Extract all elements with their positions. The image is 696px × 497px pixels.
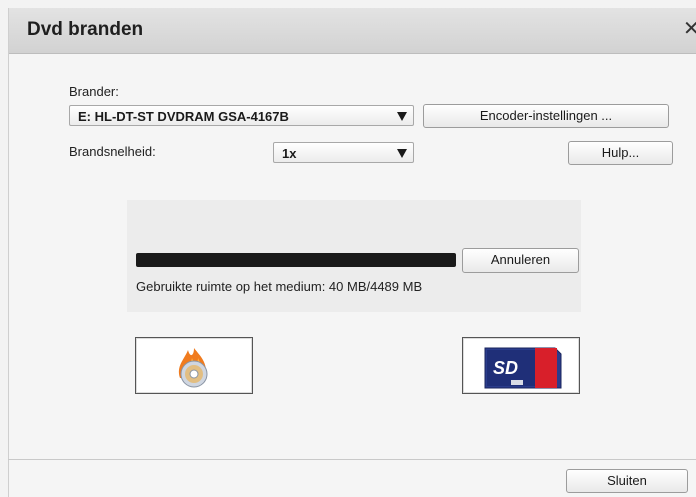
sd-card-button[interactable]: SD — [462, 337, 580, 394]
burn-speed-value: 1x — [282, 146, 297, 161]
window-title: Dvd branden — [27, 19, 144, 40]
help-button[interactable]: Hulp... — [568, 141, 673, 165]
burner-label: Brander: — [69, 84, 119, 99]
cancel-button[interactable]: Annuleren — [462, 248, 579, 273]
burn-speed-select[interactable]: 1x — [273, 142, 414, 163]
burn-progress-bar — [136, 253, 456, 267]
footer-separator — [8, 459, 696, 460]
close-icon[interactable]: ✕ — [683, 17, 696, 39]
chevron-down-icon — [397, 149, 407, 158]
burner-select[interactable]: E: HL-DT-ST DVDRAM GSA-4167B — [69, 105, 414, 126]
chevron-down-icon — [397, 112, 407, 121]
burn-speed-label: Brandsnelheid: — [69, 144, 156, 159]
burn-button[interactable] — [135, 337, 253, 394]
progress-fill — [136, 253, 456, 267]
close-button[interactable]: Sluiten — [566, 469, 688, 493]
sd-card-icon: SD — [484, 347, 562, 389]
encoder-settings-button[interactable]: Encoder-instellingen ... — [423, 104, 669, 128]
title-bar: Dvd branden ✕ — [9, 8, 696, 54]
flame-disc-icon — [178, 348, 208, 388]
svg-text:SD: SD — [493, 358, 518, 378]
used-space-text: Gebruikte ruimte op het medium: 40 MB/44… — [136, 279, 423, 294]
burner-select-value: E: HL-DT-ST DVDRAM GSA-4167B — [78, 109, 289, 124]
